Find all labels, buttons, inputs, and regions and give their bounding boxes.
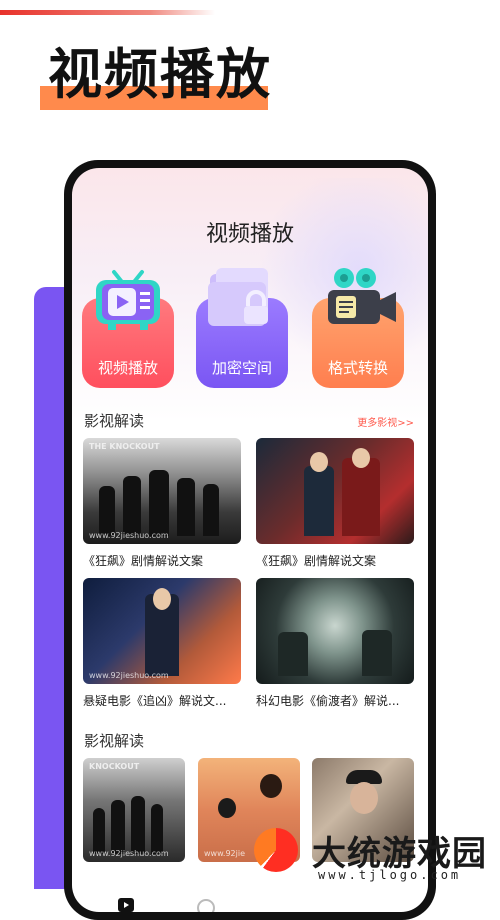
movie-card[interactable]: www.92jieshuo.com 悬疑电影《追凶》解说文... [83,578,241,709]
feature-label: 加密空间 [211,359,272,377]
feature-format-convert-button[interactable]: 格式转换 [312,268,404,388]
top-accent-rule [0,10,215,15]
section-title: 影视解读 [84,412,145,430]
folder-lock-icon [208,268,268,326]
image-watermark: www.92jieshuo.com [89,671,169,680]
movie-card[interactable]: 科幻电影《偷渡者》解说... [256,578,414,709]
movie-title: 科幻电影《偷渡者》解说... [256,694,400,708]
movie-card[interactable]: 《狂飙》剧情解说文案 [256,438,414,569]
image-watermark: www.92jieshuo.com [89,531,169,540]
discover-tab-icon[interactable] [196,898,216,912]
movie-thumbnail [256,578,414,684]
feature-video-play-button[interactable]: 视频播放 [82,270,174,388]
tv-play-icon [96,270,160,330]
section-title: 影视解读 [84,732,145,750]
hero-title: 视频播放 [48,43,272,106]
movie-thumbnail: www.92jieshuo.com [83,578,241,684]
more-movies-link[interactable]: 更多影视>> [357,414,414,429]
phone-screen: 视频播放 视频播放 加密空间 格式转换 影视解读 更多影视>> THE KNOC… [72,168,428,912]
movie-thumbnail: THE KNOCKOUT www.92jieshuo.com [83,438,241,544]
site-watermark-url: www.tjlogo.com [318,868,462,882]
poster-tag: KNOCKOUT [89,762,140,771]
movie-title: 《狂飙》剧情解说文案 [83,554,204,568]
feature-encrypted-space-button[interactable]: 加密空间 [196,268,288,388]
movie-title: 悬疑电影《追凶》解说文... [83,694,227,708]
movie-thumbnail: KNOCKOUT www.92jieshuo.com [83,758,185,862]
camera-convert-icon [328,268,396,324]
site-logo [254,828,298,872]
poster-tag: THE KNOCKOUT [89,442,160,451]
image-watermark: www.92jie [204,849,245,858]
feature-label: 视频播放 [97,359,158,377]
movie-thumbnail [256,438,414,544]
video-tab-icon[interactable] [116,898,136,912]
movie-card[interactable]: KNOCKOUT www.92jieshuo.com [83,758,185,862]
app-title: 视频播放 [205,222,294,247]
phone-frame: 视频播放 视频播放 加密空间 格式转换 影视解读 更多影视>> THE KNOC… [64,160,436,920]
movie-card[interactable]: THE KNOCKOUT www.92jieshuo.com 《狂飙》剧情解说文… [83,438,241,569]
movie-title: 《狂飙》剧情解说文案 [256,554,377,568]
feature-label: 格式转换 [327,359,388,377]
image-watermark: www.92jieshuo.com [89,849,169,858]
